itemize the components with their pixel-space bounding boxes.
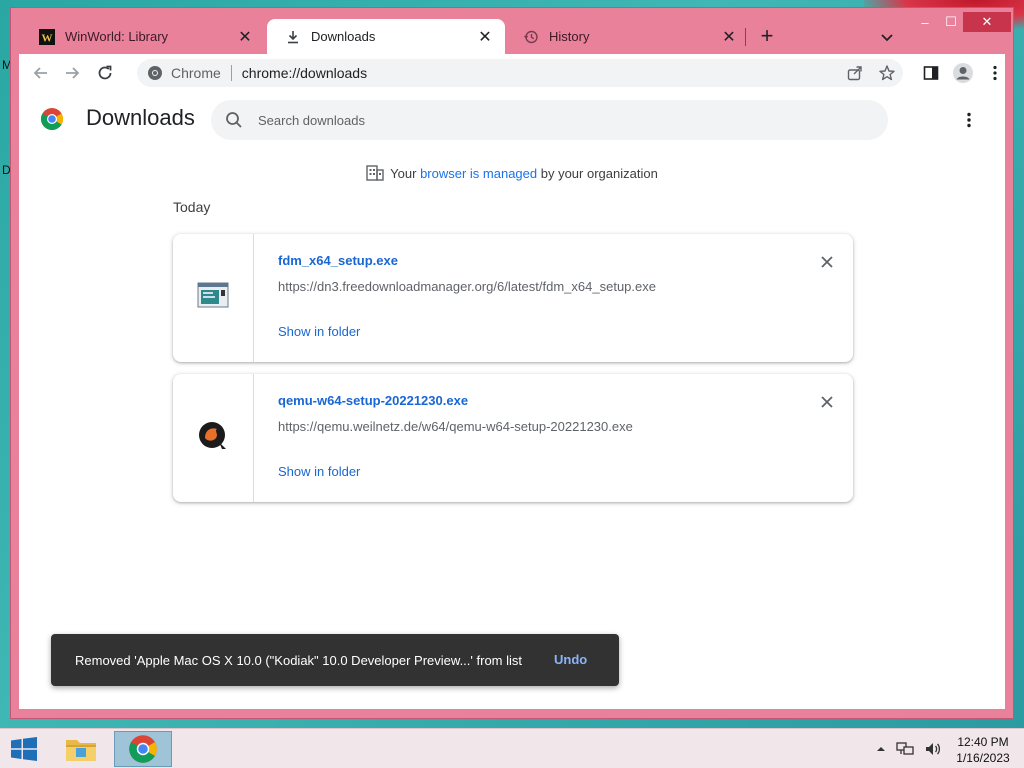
system-clock[interactable]: 12:40 PM 1/16/2023	[950, 734, 1016, 766]
file-icon-column	[173, 234, 254, 362]
removed-toast: Removed 'Apple Mac OS X 10.0 ("Kodiak" 1…	[51, 634, 619, 686]
close-tab-icon[interactable]: ✕	[475, 27, 495, 47]
file-icon-column	[173, 374, 254, 502]
chrome-logo-icon	[40, 107, 64, 131]
search-input[interactable]	[258, 112, 818, 128]
show-in-folder-link[interactable]: Show in folder	[278, 464, 360, 479]
search-icon	[226, 112, 242, 128]
download-icon	[285, 29, 301, 45]
site-label: Chrome	[171, 65, 221, 81]
close-tab-icon[interactable]: ✕	[235, 27, 255, 47]
date-heading: Today	[173, 199, 211, 215]
share-icon[interactable]	[843, 61, 867, 85]
profile-avatar-icon[interactable]	[951, 61, 975, 85]
winworld-logo-icon: W	[39, 28, 55, 45]
download-source-url[interactable]: https://dn3.freedownloadmanager.org/6/la…	[278, 279, 656, 294]
back-arrow-icon[interactable]	[29, 61, 53, 85]
more-actions-icon[interactable]	[959, 110, 979, 130]
browser-window: W WinWorld: Library ✕ Downloads ✕ Histor…	[10, 7, 1014, 719]
minimize-button[interactable]: –	[911, 12, 939, 32]
network-icon[interactable]	[896, 741, 914, 760]
download-source-url[interactable]: https://qemu.weilnetz.de/w64/qemu-w64-se…	[278, 419, 633, 434]
executable-file-icon	[197, 282, 229, 315]
taskbar: 12:40 PM 1/16/2023	[0, 728, 1024, 768]
managed-prefix: Your	[390, 165, 421, 181]
downloads-page: Downloads Your browser is managed by you…	[19, 92, 1005, 709]
remove-download-icon[interactable]	[815, 390, 839, 414]
page-title: Downloads	[86, 105, 195, 130]
undo-button[interactable]: Undo	[554, 652, 587, 667]
tab-history[interactable]: History ✕	[505, 19, 749, 54]
bookmark-star-icon[interactable]	[875, 61, 899, 85]
download-item: qemu-w64-setup-20221230.exe https://qemu…	[173, 374, 853, 502]
address-bar[interactable]: Chrome chrome://downloads	[137, 59, 903, 87]
system-tray	[876, 741, 942, 760]
volume-icon[interactable]	[924, 741, 942, 760]
show-in-folder-link[interactable]: Show in folder	[278, 324, 360, 339]
building-icon	[366, 165, 384, 184]
svg-text:W: W	[42, 32, 53, 44]
managed-suffix: by your organization	[537, 165, 658, 181]
omnibox-separator	[230, 65, 232, 81]
remove-download-icon[interactable]	[815, 250, 839, 274]
tab-title: Downloads	[311, 29, 376, 44]
url-text[interactable]: chrome://downloads	[242, 65, 367, 81]
download-item: fdm_x64_setup.exe https://dn3.freedownlo…	[173, 234, 853, 362]
download-filename-link[interactable]: qemu-w64-setup-20221230.exe	[278, 393, 468, 408]
windows-start-icon[interactable]	[10, 737, 38, 761]
page-header: Downloads	[19, 92, 1005, 148]
managed-notice: Your browser is managed by your organiza…	[19, 165, 1005, 184]
tab-winworld[interactable]: W WinWorld: Library ✕	[21, 19, 265, 54]
search-bar[interactable]	[211, 100, 888, 140]
chevron-down-icon[interactable]	[877, 27, 897, 47]
close-window-button[interactable]: ✕	[963, 12, 1011, 32]
maximize-button[interactable]: ☐	[937, 12, 965, 32]
chrome-icon	[148, 66, 162, 80]
clock-date: 1/16/2023	[956, 751, 1010, 765]
show-hidden-icons-icon[interactable]	[876, 744, 886, 757]
forward-arrow-icon[interactable]	[60, 61, 84, 85]
history-icon	[523, 29, 539, 45]
qemu-app-icon	[197, 420, 229, 457]
toast-message: Removed 'Apple Mac OS X 10.0 ("Kodiak" 1…	[75, 652, 523, 668]
download-filename-link[interactable]: fdm_x64_setup.exe	[278, 253, 398, 268]
side-panel-icon[interactable]	[919, 61, 943, 85]
tab-strip: W WinWorld: Library ✕ Downloads ✕ Histor…	[11, 8, 1013, 54]
browser-toolbar: Chrome chrome://downloads	[19, 54, 1005, 92]
clock-time: 12:40 PM	[957, 735, 1009, 749]
site-info-chip[interactable]: Chrome	[147, 65, 221, 81]
tab-separator	[745, 28, 746, 46]
managed-link[interactable]: browser is managed	[420, 166, 537, 181]
menu-dots-icon[interactable]	[983, 61, 1007, 85]
new-tab-button[interactable]: +	[755, 25, 779, 49]
chrome-taskbar-icon[interactable]	[114, 731, 172, 767]
close-tab-icon[interactable]: ✕	[719, 27, 739, 47]
file-explorer-icon[interactable]	[54, 731, 108, 767]
reload-icon[interactable]	[93, 61, 117, 85]
tab-title: History	[549, 29, 590, 44]
tab-downloads[interactable]: Downloads ✕	[267, 19, 505, 54]
tab-title: WinWorld: Library	[65, 29, 169, 44]
